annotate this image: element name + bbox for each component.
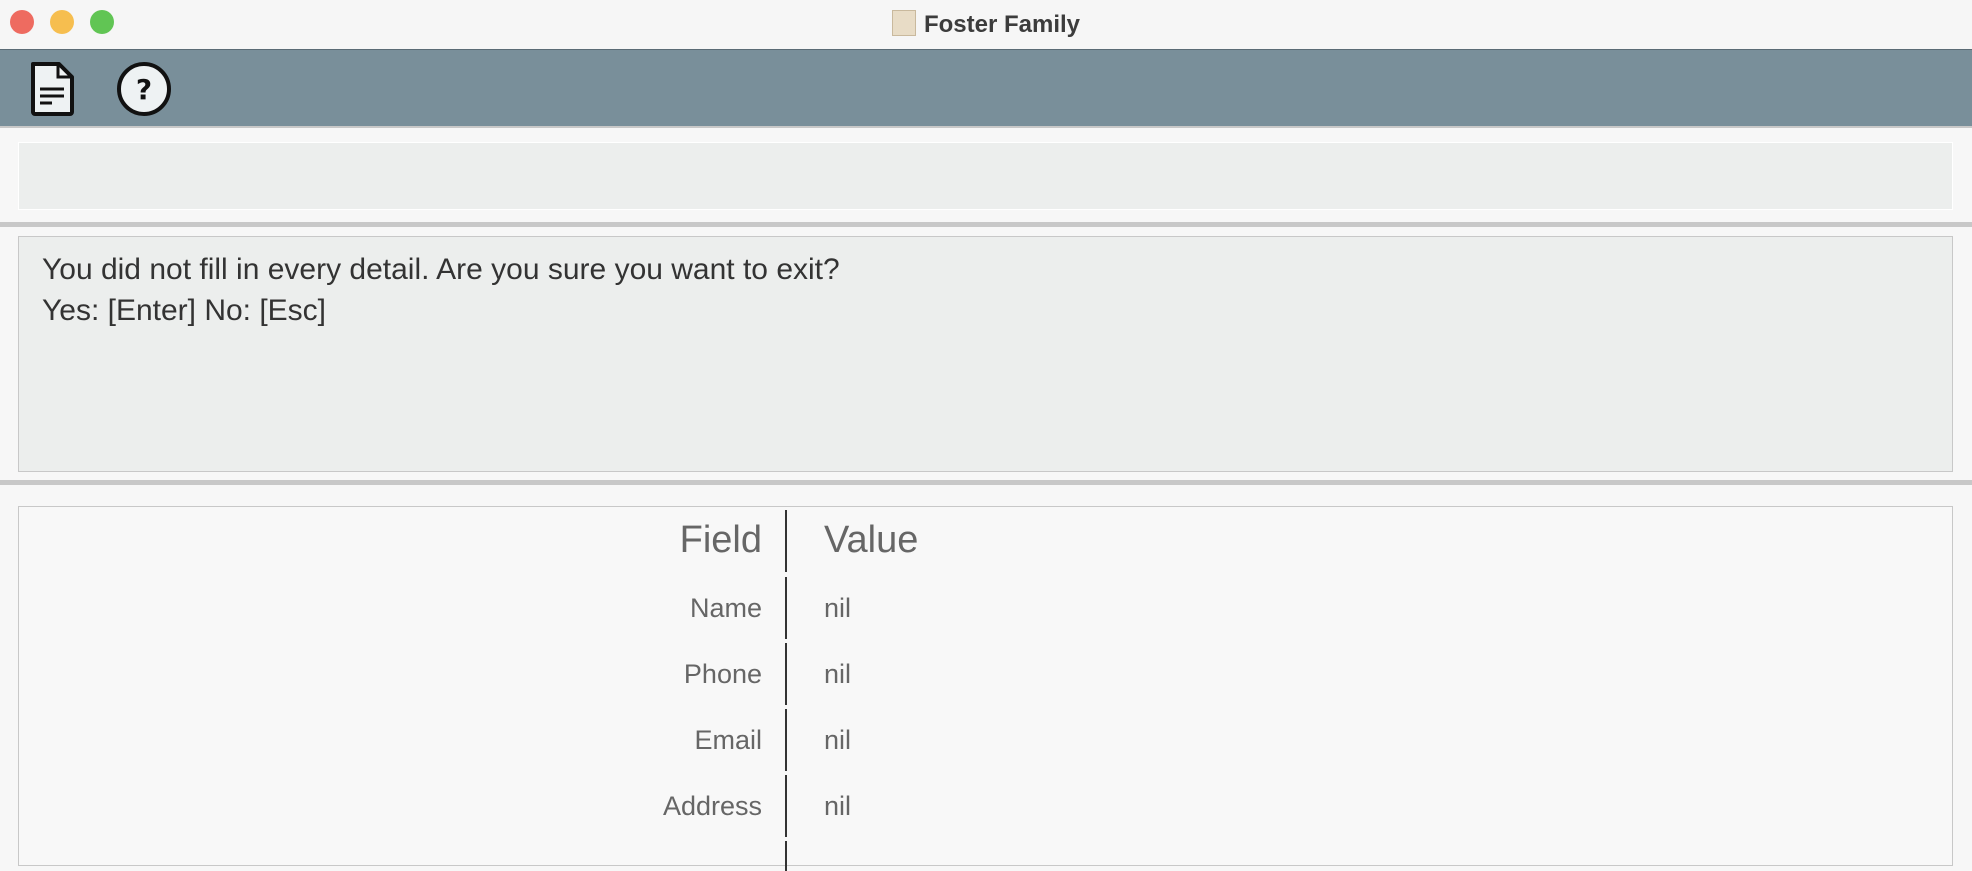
row-value: nil [824,659,852,689]
toolbar: ? [0,50,1972,128]
column-divider [785,775,787,837]
help-icon[interactable]: ? [116,61,172,122]
row-value: nil [824,725,852,755]
column-divider [785,577,787,639]
row-field: Address [662,791,762,821]
column-divider [785,643,787,705]
column-divider [785,841,787,871]
title-bar: Foster Family [0,0,1972,50]
window-title: Foster Family [0,10,1972,39]
row-value: nil [824,791,852,821]
column-divider [785,709,787,771]
result-line: Yes: [Enter] No: [Esc] [42,294,327,327]
header-field: Field [679,519,762,561]
row-field: Phone [683,659,762,689]
result-display: You did not fill in every detail. Are yo… [18,236,1953,472]
divider[interactable] [0,480,1972,485]
svg-text:?: ? [136,73,152,106]
command-box[interactable] [18,142,1953,210]
window-title-text: Foster Family [923,11,1081,38]
document-icon[interactable] [30,61,76,122]
column-divider[interactable] [785,510,787,572]
result-line: You did not fill in every detail. Are yo… [42,253,840,286]
divider[interactable] [0,222,1972,227]
header-value: Value [824,519,919,561]
row-value: nil [824,593,852,623]
app-icon [891,10,916,36]
row-field: Email [694,725,762,755]
details-table: Field Value Name nil Phone nil Email nil… [18,506,1953,871]
row-field: Name [689,593,762,623]
